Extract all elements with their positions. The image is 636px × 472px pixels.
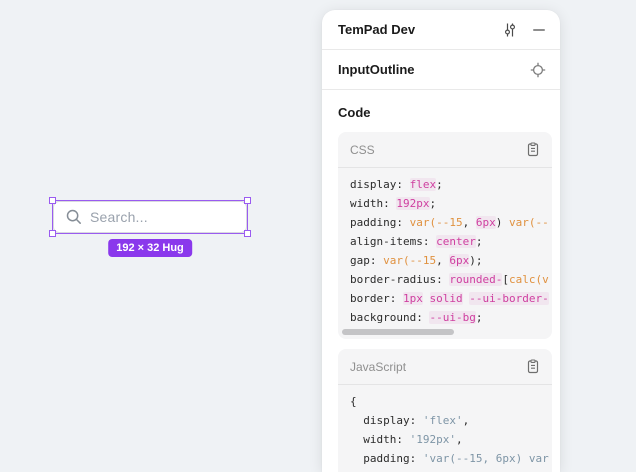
component-name: InputOutline [338, 62, 415, 77]
panel-header[interactable]: TemPad Dev [322, 10, 560, 50]
sliders-icon[interactable] [502, 22, 518, 38]
panel-title: TemPad Dev [338, 22, 415, 37]
css-code-block: CSS display: flex;width: 192px;padding: … [338, 132, 552, 339]
code-section-title: Code [338, 104, 544, 122]
copy-icon[interactable] [526, 359, 540, 374]
javascript-code-block: JavaScript { display: 'flex', width: '19… [338, 349, 552, 472]
selected-component: Search... 192 × 32 Hug [53, 201, 247, 233]
copy-icon[interactable] [526, 142, 540, 157]
search-placeholder-text: Search... [90, 209, 148, 225]
search-icon [65, 208, 83, 226]
css-code-scrollbar-thumb[interactable] [342, 329, 454, 335]
selection-handle-top-left[interactable] [49, 197, 56, 204]
javascript-code: { display: 'flex', width: '192px', paddi… [338, 385, 552, 472]
minimize-icon[interactable] [532, 23, 546, 37]
selected-node-row: InputOutline [322, 50, 560, 90]
locate-icon[interactable] [530, 62, 546, 78]
css-code: display: flex;width: 192px;padding: var(… [338, 168, 552, 327]
selection-size-badge: 192 × 32 Hug [108, 239, 192, 257]
search-input-component[interactable]: Search... [53, 201, 247, 233]
javascript-block-header[interactable]: JavaScript [338, 349, 552, 385]
css-code-scrollbar [338, 327, 552, 339]
javascript-block-label: JavaScript [350, 360, 406, 374]
selection-handle-bottom-left[interactable] [49, 230, 56, 237]
css-block-label: CSS [350, 143, 375, 157]
css-block-header[interactable]: CSS [338, 132, 552, 168]
selection-handle-bottom-right[interactable] [244, 230, 251, 237]
tempad-dev-panel: TemPad Dev InputOutline [322, 10, 560, 472]
selection-handle-top-right[interactable] [244, 197, 251, 204]
